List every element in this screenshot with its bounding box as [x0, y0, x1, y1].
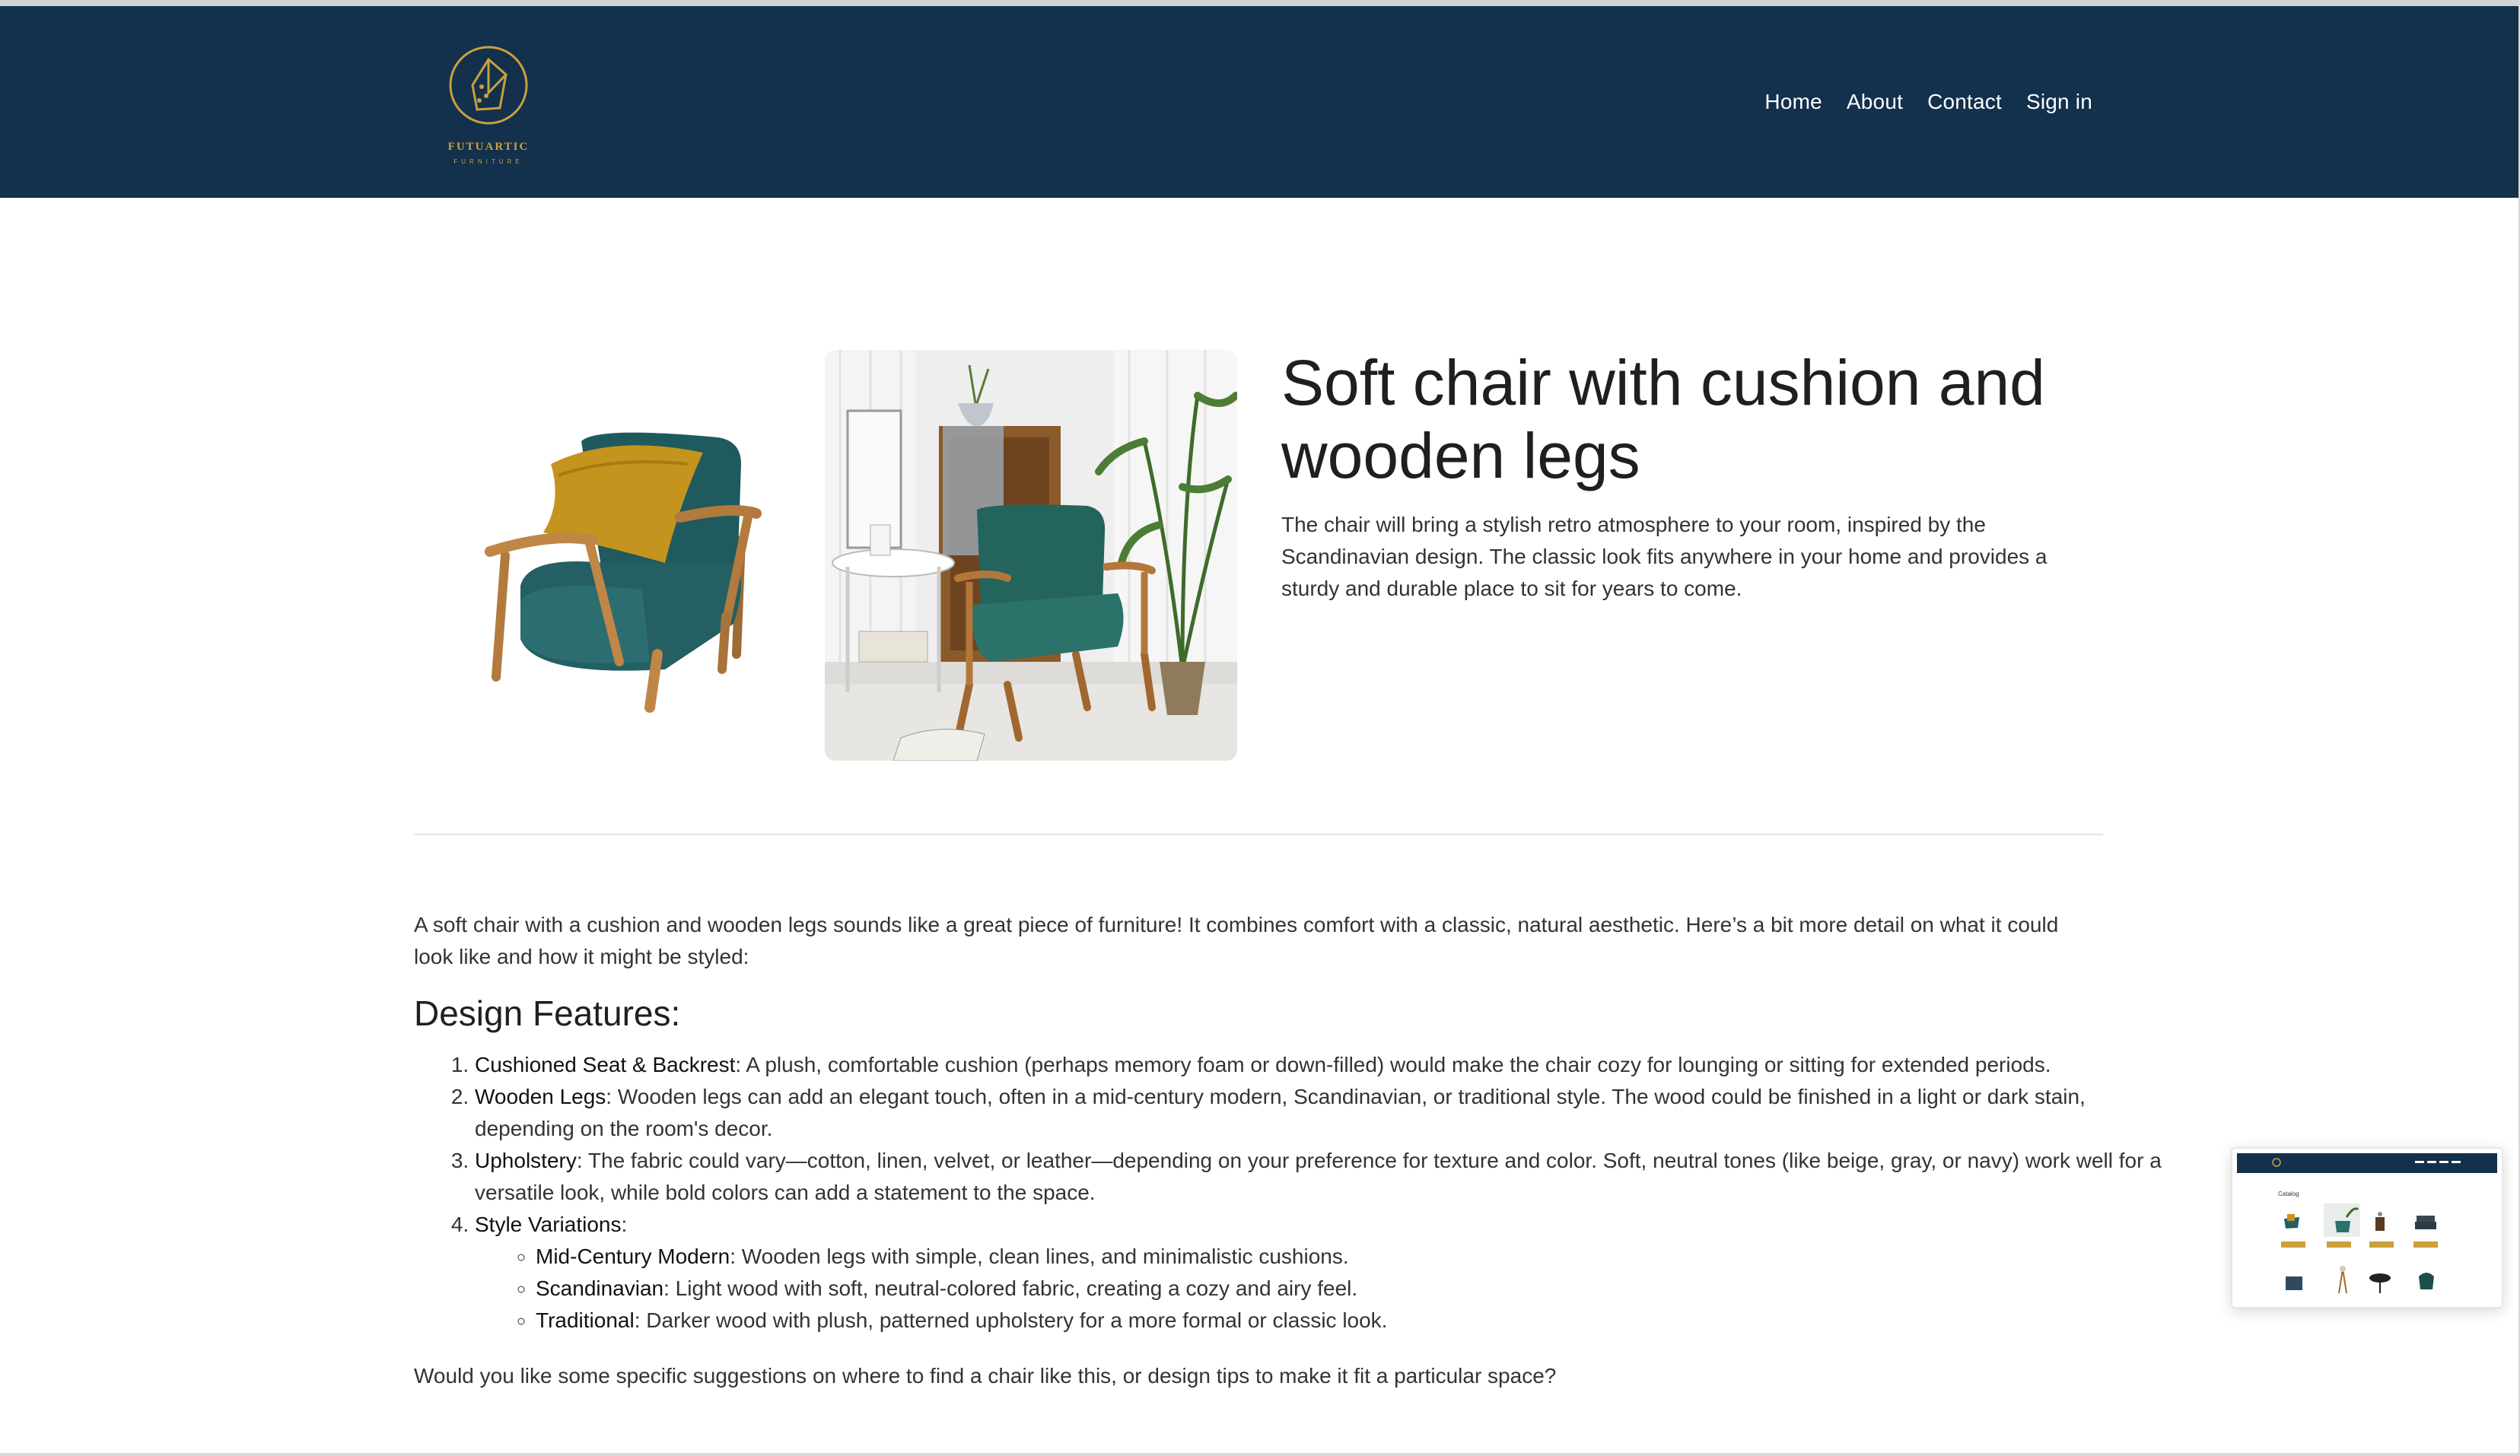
- list-item: Upholstery: The fabric could vary—cotton…: [475, 1145, 2164, 1209]
- window-bottom-edge: [0, 1453, 2520, 1456]
- variation-text: : Light wood with soft, neutral-colored …: [663, 1276, 1358, 1300]
- variation-text: : Darker wood with plush, patterned upho…: [634, 1308, 1388, 1332]
- feature-text: :: [621, 1213, 628, 1236]
- list-item: Wooden Legs: Wooden legs can add an eleg…: [475, 1081, 2164, 1145]
- thumbnail-heading: Catalog: [2278, 1191, 2299, 1197]
- feature-term: Upholstery: [475, 1149, 577, 1172]
- closing-question: Would you like some specific suggestions…: [414, 1364, 1557, 1388]
- section-divider: [414, 834, 2103, 835]
- list-item: Scandinavian: Light wood with soft, neut…: [536, 1273, 2164, 1305]
- nav-about[interactable]: About: [1847, 90, 1903, 114]
- feature-text: : Wooden legs can add an elegant touch, …: [475, 1085, 2086, 1140]
- variation-text: : Wooden legs with simple, clean lines, …: [730, 1245, 1349, 1268]
- brand-logo-icon: FUTUARTIC FURNITURE: [448, 46, 530, 165]
- feature-term: Style Variations: [475, 1213, 622, 1236]
- variation-term: Mid-Century Modern: [536, 1245, 730, 1268]
- nav-sign-in[interactable]: Sign in: [2026, 90, 2092, 114]
- variation-term: Traditional: [536, 1308, 635, 1332]
- nav-home[interactable]: Home: [1764, 90, 1822, 114]
- design-features-heading: Design Features:: [414, 993, 681, 1033]
- chair-with-cushion-photo-icon: [414, 350, 826, 761]
- list-item: Style Variations: Mid-Century Modern: Wo…: [475, 1209, 2164, 1337]
- nav-contact[interactable]: Contact: [1927, 90, 2002, 114]
- product-title: Soft chair with cushion and wooden legs: [1281, 347, 2045, 491]
- list-item: Traditional: Darker wood with plush, pat…: [536, 1305, 2164, 1337]
- main-nav: Home About Contact Sign in: [1764, 90, 2092, 114]
- variation-term: Scandinavian: [536, 1276, 664, 1300]
- browser-top-strip: [0, 0, 2520, 6]
- feature-text: : The fabric could vary—cotton, linen, v…: [475, 1149, 2162, 1204]
- feature-term: Cushioned Seat & Backrest: [475, 1053, 736, 1076]
- chair-in-room-photo-icon: [825, 350, 1237, 761]
- brand-logo[interactable]: FUTUARTIC FURNITURE: [438, 40, 539, 176]
- product-description: The chair will bring a stylish retro atm…: [1281, 513, 2048, 600]
- site-header: FUTUARTIC FURNITURE Home About Contact S…: [0, 6, 2520, 198]
- list-item: Mid-Century Modern: Wooden legs with sim…: [536, 1241, 2164, 1273]
- feature-text: : A plush, comfortable cushion (perhaps …: [735, 1053, 2051, 1076]
- brand-name: FUTUARTIC: [448, 141, 530, 153]
- list-item: Cushioned Seat & Backrest: A plush, comf…: [475, 1049, 2164, 1081]
- product-image-room[interactable]: [825, 350, 1237, 761]
- product-image-main[interactable]: [414, 350, 826, 761]
- details-intro: A soft chair with a cushion and wooden l…: [414, 913, 2059, 968]
- brand-tagline: FURNITURE: [453, 158, 523, 165]
- catalog-preview-icon: Catalog: [2232, 1149, 2502, 1307]
- style-variations-list: Mid-Century Modern: Wooden legs with sim…: [475, 1241, 2164, 1337]
- design-features-list: Cushioned Seat & Backrest: A plush, comf…: [414, 1049, 2164, 1337]
- page-preview-thumbnail[interactable]: Catalog: [2231, 1147, 2503, 1308]
- feature-term: Wooden Legs: [475, 1085, 606, 1108]
